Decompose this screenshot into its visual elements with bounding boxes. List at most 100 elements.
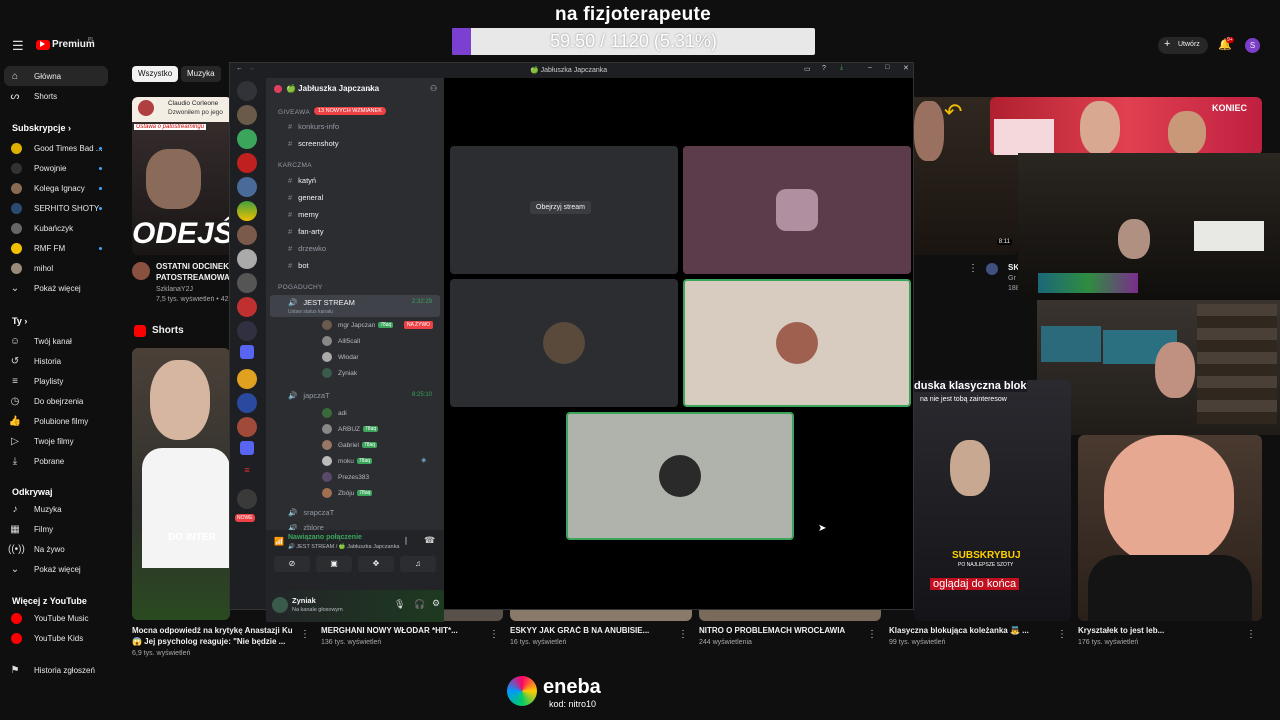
nav-movies[interactable]: ▦ Filmy bbox=[8, 519, 108, 539]
minimize-icon[interactable]: – bbox=[868, 64, 872, 71]
channel-item[interactable]: # bot bbox=[288, 261, 309, 270]
nav-history[interactable]: ↺ Historia bbox=[8, 351, 108, 371]
account-avatar[interactable]: S bbox=[1245, 38, 1260, 53]
short-title[interactable]: Klasyczna blokująca koleżanka 👼 ... bbox=[889, 626, 1039, 635]
server-icon[interactable]: ≡ bbox=[237, 465, 257, 485]
short-title[interactable]: Mocna odpowiedź na krytykę Anastazji Kuś… bbox=[132, 626, 292, 635]
video-title[interactable]: OSTATNI ODCINEK? bbox=[156, 262, 230, 271]
more-options-icon[interactable]: ⋮ bbox=[968, 263, 978, 274]
short-title[interactable]: NITRO O PROBLEMACH WROCŁAWIA bbox=[699, 626, 849, 635]
nav-liked[interactable]: 👍 Polubione filmy bbox=[8, 411, 108, 431]
create-button[interactable]: + Utwórz bbox=[1158, 37, 1208, 54]
server-icon[interactable] bbox=[237, 201, 257, 221]
channel-item[interactable]: # drzewko bbox=[288, 244, 326, 253]
nav-report-history[interactable]: ⚑ Historia zgłoszeń bbox=[8, 660, 108, 680]
voice-user[interactable]: Zbóju 78aq bbox=[322, 488, 373, 498]
connection-status[interactable]: Nawiązano połączenie bbox=[288, 534, 362, 541]
stream-tile[interactable]: Obejrzyj stream bbox=[450, 146, 678, 274]
show-more-subs[interactable]: ⌄ Pokaż więcej bbox=[8, 278, 108, 298]
nav-live[interactable]: ((•)) Na żywo bbox=[8, 539, 108, 559]
chip-all[interactable]: Wszystko bbox=[132, 66, 179, 82]
folder-icon[interactable] bbox=[240, 441, 254, 455]
nav-watch-later[interactable]: ◷ Do obejrzenia bbox=[8, 391, 108, 411]
short-thumbnail[interactable] bbox=[1078, 435, 1262, 621]
camera-button[interactable]: ⊘ bbox=[274, 556, 310, 572]
voice-user[interactable]: ARBUZ 78aq bbox=[322, 424, 379, 434]
short-title-line2[interactable]: 😱 Jej psycholog reaguje: "Nie będzie ... bbox=[132, 637, 292, 646]
voice-channel[interactable]: 🔊 srapczaT bbox=[288, 508, 334, 517]
settings-icon[interactable]: ⚙ bbox=[432, 598, 440, 609]
soundboard-button[interactable]: ♫ bbox=[400, 556, 436, 572]
more-options-icon[interactable]: ⋮ bbox=[1057, 629, 1067, 640]
nav-downloads[interactable]: ⤓ Pobrane bbox=[8, 451, 108, 471]
more-options-icon[interactable]: ⋮ bbox=[300, 629, 310, 640]
channel-item[interactable]: # konkurs-info bbox=[288, 122, 339, 131]
voice-user[interactable]: Prezes383 bbox=[322, 472, 369, 482]
watch-stream-button[interactable]: Obejrzyj stream bbox=[530, 201, 592, 214]
sub-item[interactable]: Kubańczyk bbox=[8, 218, 108, 238]
hamburger-menu-icon[interactable]: ☰ bbox=[12, 38, 24, 54]
category-label[interactable]: GIVEAWA bbox=[278, 109, 310, 116]
voice-user[interactable]: Włodar bbox=[322, 352, 359, 362]
connection-channel[interactable]: 🔊 JEST STREAM / 🍏 Jabłuszka Japczanka bbox=[288, 544, 399, 550]
help-icon[interactable]: ? bbox=[822, 65, 826, 72]
sub-item[interactable]: Kolega Ignacy bbox=[8, 178, 108, 198]
video-title-line2[interactable]: PATOSTREAMOWA! bbox=[156, 273, 230, 282]
voice-channel[interactable]: 🔊 japczaT bbox=[288, 391, 330, 400]
you-header[interactable]: Ty › bbox=[12, 316, 27, 326]
voice-channel[interactable]: 🔊 JEST STREAM bbox=[288, 298, 355, 307]
nav-home[interactable]: ⌂ Główna bbox=[8, 66, 108, 86]
short-thumbnail[interactable]: duska klasyczna blok na nie jest tobą za… bbox=[914, 380, 1071, 621]
more-options-icon[interactable]: ⋮ bbox=[867, 629, 877, 640]
forward-icon[interactable]: → bbox=[248, 65, 255, 72]
server-icon[interactable] bbox=[237, 321, 257, 341]
back-icon[interactable]: ← bbox=[236, 65, 243, 72]
server-icon[interactable] bbox=[237, 369, 257, 389]
sub-item[interactable]: SERHITO SHOTY bbox=[8, 198, 108, 218]
sub-item[interactable]: mihol bbox=[8, 258, 108, 278]
channel-item[interactable]: # general bbox=[288, 193, 323, 202]
chip-music[interactable]: Muzyka bbox=[181, 66, 221, 82]
maximize-icon[interactable]: □ bbox=[885, 64, 889, 71]
user-tile[interactable] bbox=[683, 146, 911, 274]
dm-button[interactable] bbox=[237, 81, 257, 101]
server-icon[interactable] bbox=[237, 273, 257, 293]
voice-user[interactable]: mgr Japczan 78aq bbox=[322, 320, 394, 330]
server-icon[interactable] bbox=[237, 225, 257, 245]
channel-avatar[interactable] bbox=[132, 262, 150, 280]
mentions-badge[interactable]: 13 NOWYCH WZMIANEK bbox=[314, 107, 386, 115]
channel-item[interactable]: # screenshoty bbox=[288, 139, 339, 148]
sub-item[interactable]: Good Times Bad ... bbox=[8, 138, 108, 158]
short-thumbnail[interactable]: DO INTER bbox=[132, 348, 230, 620]
voice-user[interactable]: Gabriel 78aq bbox=[322, 440, 378, 450]
voice-status[interactable]: Ustaw status kanału bbox=[288, 309, 333, 315]
more-options-icon[interactable]: ⋮ bbox=[489, 629, 499, 640]
sub-item[interactable]: Powojnie bbox=[8, 158, 108, 178]
user-tile-speaking[interactable] bbox=[566, 412, 794, 540]
server-icon[interactable] bbox=[237, 105, 257, 125]
user-avatar[interactable] bbox=[272, 597, 288, 613]
channel-item[interactable]: # katyń bbox=[288, 176, 316, 185]
video-thumbnail[interactable]: KONIEC bbox=[990, 97, 1262, 155]
voice-user[interactable]: Alll5call bbox=[322, 336, 360, 346]
more-options-icon[interactable]: ⋮ bbox=[678, 629, 688, 640]
sub-item[interactable]: RMF FM bbox=[8, 238, 108, 258]
voice-user[interactable]: adi bbox=[322, 408, 347, 418]
nav-yt-kids[interactable]: YouTube Kids bbox=[8, 628, 108, 648]
server-icon[interactable] bbox=[237, 129, 257, 149]
server-icon[interactable] bbox=[237, 393, 257, 413]
video-thumbnail[interactable]: Claudio Corleone Dzwoniłem po jego Ustaw… bbox=[132, 97, 232, 255]
video-channel[interactable]: SzklanaY2J bbox=[156, 286, 193, 293]
server-icon[interactable] bbox=[237, 297, 257, 317]
nav-shorts[interactable]: ᔕ Shorts bbox=[8, 86, 108, 106]
user-tile[interactable] bbox=[450, 279, 678, 407]
chevron-down-icon[interactable]: ⌄ bbox=[366, 84, 373, 93]
username[interactable]: Zyniak bbox=[292, 596, 316, 605]
short-title[interactable]: MERGHANI NOWY WŁODAR *HIT*... bbox=[321, 626, 461, 635]
voice-user[interactable]: moku 78aq bbox=[322, 456, 373, 466]
user-tile-speaking[interactable] bbox=[683, 279, 911, 407]
channel-avatar[interactable] bbox=[986, 263, 998, 275]
server-icon[interactable] bbox=[237, 417, 257, 437]
server-icon[interactable] bbox=[237, 249, 257, 269]
channel-item[interactable]: # memy bbox=[288, 210, 319, 219]
